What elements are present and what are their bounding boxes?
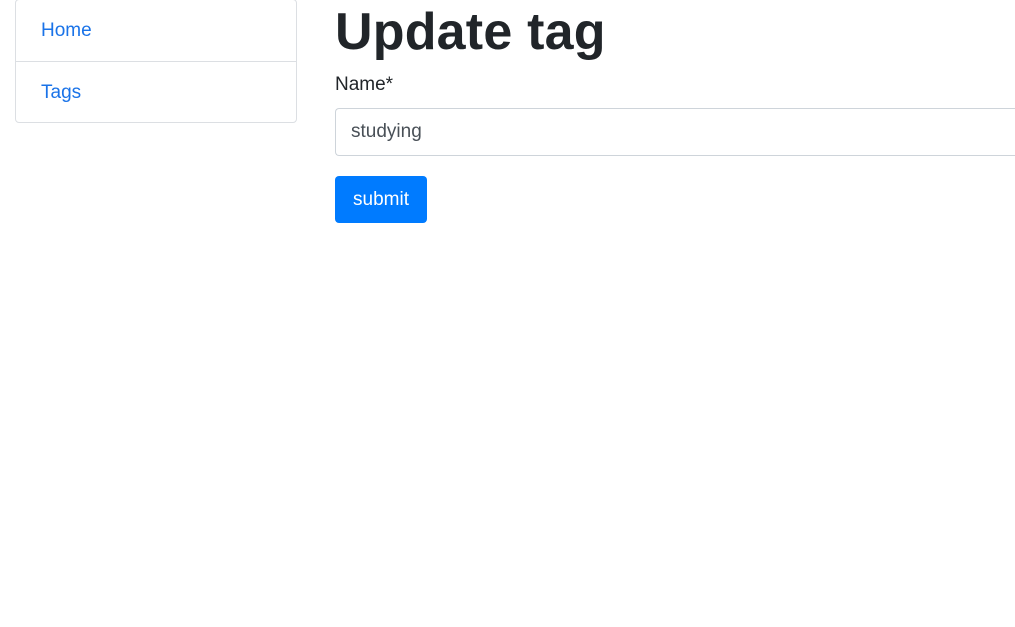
page-title: Update tag [335,3,606,61]
name-input[interactable] [335,108,1015,156]
main-content: Update tag Name* submit [335,0,1015,223]
sidebar-nav: Home Tags [15,0,297,123]
submit-button[interactable]: submit [335,176,427,223]
name-label: Name* [335,74,394,95]
sidebar-item-tags[interactable]: Tags [16,61,296,122]
sidebar-item-home[interactable]: Home [16,0,296,61]
page: Home Tags Update tag Name* submit [0,0,1015,627]
update-tag-form: Name* submit [335,73,1015,223]
